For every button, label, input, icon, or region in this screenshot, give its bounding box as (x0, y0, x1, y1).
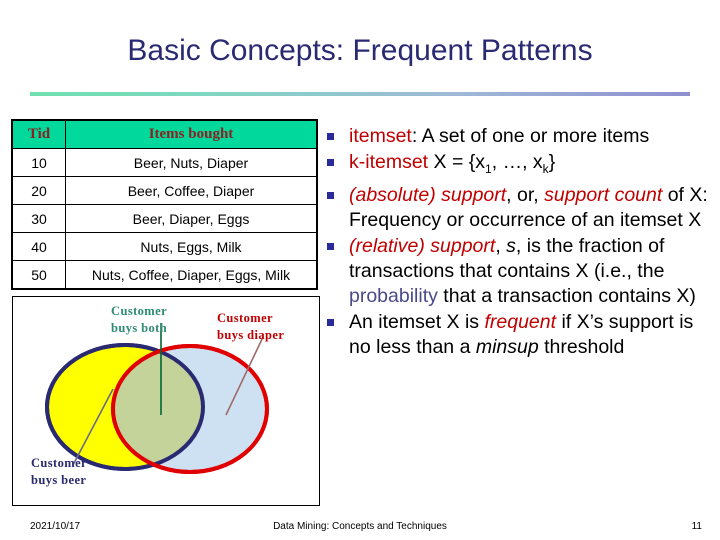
term-absolute-support: (absolute) support (349, 183, 507, 206)
cell-tid: 20 (11, 176, 66, 205)
k-itemset-formula: X = {x1, …, xk} (428, 151, 556, 176)
title-divider (30, 92, 690, 96)
cell-items: Beer, Diaper, Eggs (65, 204, 318, 233)
cell-items: Beer, Nuts, Diaper (65, 148, 318, 177)
term-relative-support: (relative) support (349, 234, 496, 257)
table-row: 30 Beer, Diaper, Eggs (11, 204, 318, 233)
bullet-text-relative-support: (relative) support, s, is the fraction o… (349, 234, 717, 309)
table-row: 50 Nuts, Coffee, Diaper, Eggs, Milk (11, 260, 318, 290)
venn-label-both-line2: buys both (111, 321, 168, 335)
list-item: An itemset X is frequent if X’s support … (327, 310, 717, 360)
highlight-probability: probability (349, 284, 438, 307)
venn-label-buys-both: Customer buys both (111, 303, 167, 337)
cell-tid: 10 (11, 148, 66, 177)
term-minsup: minsup (475, 335, 539, 358)
concepts-bullet-list: itemset: A set of one or more items k-it… (327, 124, 717, 361)
slide-canvas: Basic Concepts: Frequent Patterns Tid It… (0, 0, 720, 540)
table-row: 40 Nuts, Eggs, Milk (11, 232, 318, 261)
cell-tid: 30 (11, 204, 66, 233)
venn-diagram: Customer buys both Customer buys diaper … (12, 296, 320, 506)
column-header-tid: Tid (11, 119, 66, 149)
table-row: 10 Beer, Nuts, Diaper (11, 148, 318, 177)
venn-label-buys-diaper: Customer buys diaper (217, 310, 284, 344)
bullet-text-absolute-support: (absolute) support, or, support count of… (349, 183, 717, 233)
list-item: itemset: A set of one or more items (327, 124, 717, 149)
term-k-itemset: k-itemset (349, 151, 429, 173)
cell-items: Nuts, Eggs, Milk (65, 232, 318, 261)
bullet-text-itemset: itemset: A set of one or more items (349, 124, 717, 149)
venn-label-both-line1: Customer (111, 304, 168, 318)
footer-title: Data Mining: Concepts and Techniques (273, 521, 447, 532)
square-bullet-icon (327, 242, 334, 250)
term-itemset: itemset (349, 125, 412, 147)
footer-page-number: 11 (691, 521, 702, 532)
bullet-rest-itemset: : A set of one or more items (411, 125, 650, 147)
term-frequent: frequent (484, 310, 557, 333)
list-item: (absolute) support, or, support count of… (327, 183, 717, 233)
table-header-row: Tid Items bought (11, 119, 318, 149)
list-item: k-itemset X = {x1, …, xk} (327, 150, 717, 182)
term-support-count: support count (544, 183, 663, 206)
venn-label-beer-line2: buys beer (31, 473, 87, 487)
venn-label-diaper-line1: Customer (217, 311, 273, 325)
bullet-text-k-itemset: k-itemset X = {x1, …, xk} (349, 150, 717, 182)
cell-tid: 50 (11, 260, 66, 290)
page-title: Basic Concepts: Frequent Patterns (127, 34, 593, 67)
cell-items: Beer, Coffee, Diaper (65, 176, 318, 205)
cell-items: Nuts, Coffee, Diaper, Eggs, Milk (65, 260, 318, 290)
square-bullet-icon (327, 159, 334, 166)
table-row: 20 Beer, Coffee, Diaper (11, 176, 318, 205)
list-item: (relative) support, s, is the fraction o… (327, 234, 717, 309)
transactions-table: Tid Items bought 10 Beer, Nuts, Diaper 2… (11, 119, 318, 290)
absolute-support-mid: , or, (506, 183, 545, 206)
venn-label-diaper-line2: buys diaper (217, 328, 285, 342)
frequent-lead: An itemset X is (349, 310, 485, 333)
venn-label-beer-line1: Customer (31, 456, 87, 470)
square-bullet-icon (327, 191, 334, 199)
square-bullet-icon (327, 318, 334, 326)
cell-tid: 40 (11, 232, 66, 261)
bullet-text-frequent: An itemset X is frequent if X’s support … (349, 310, 717, 360)
venn-label-buys-beer: Customer buys beer (31, 455, 87, 489)
square-bullet-icon (327, 133, 334, 140)
column-header-items: Items bought (65, 119, 318, 149)
